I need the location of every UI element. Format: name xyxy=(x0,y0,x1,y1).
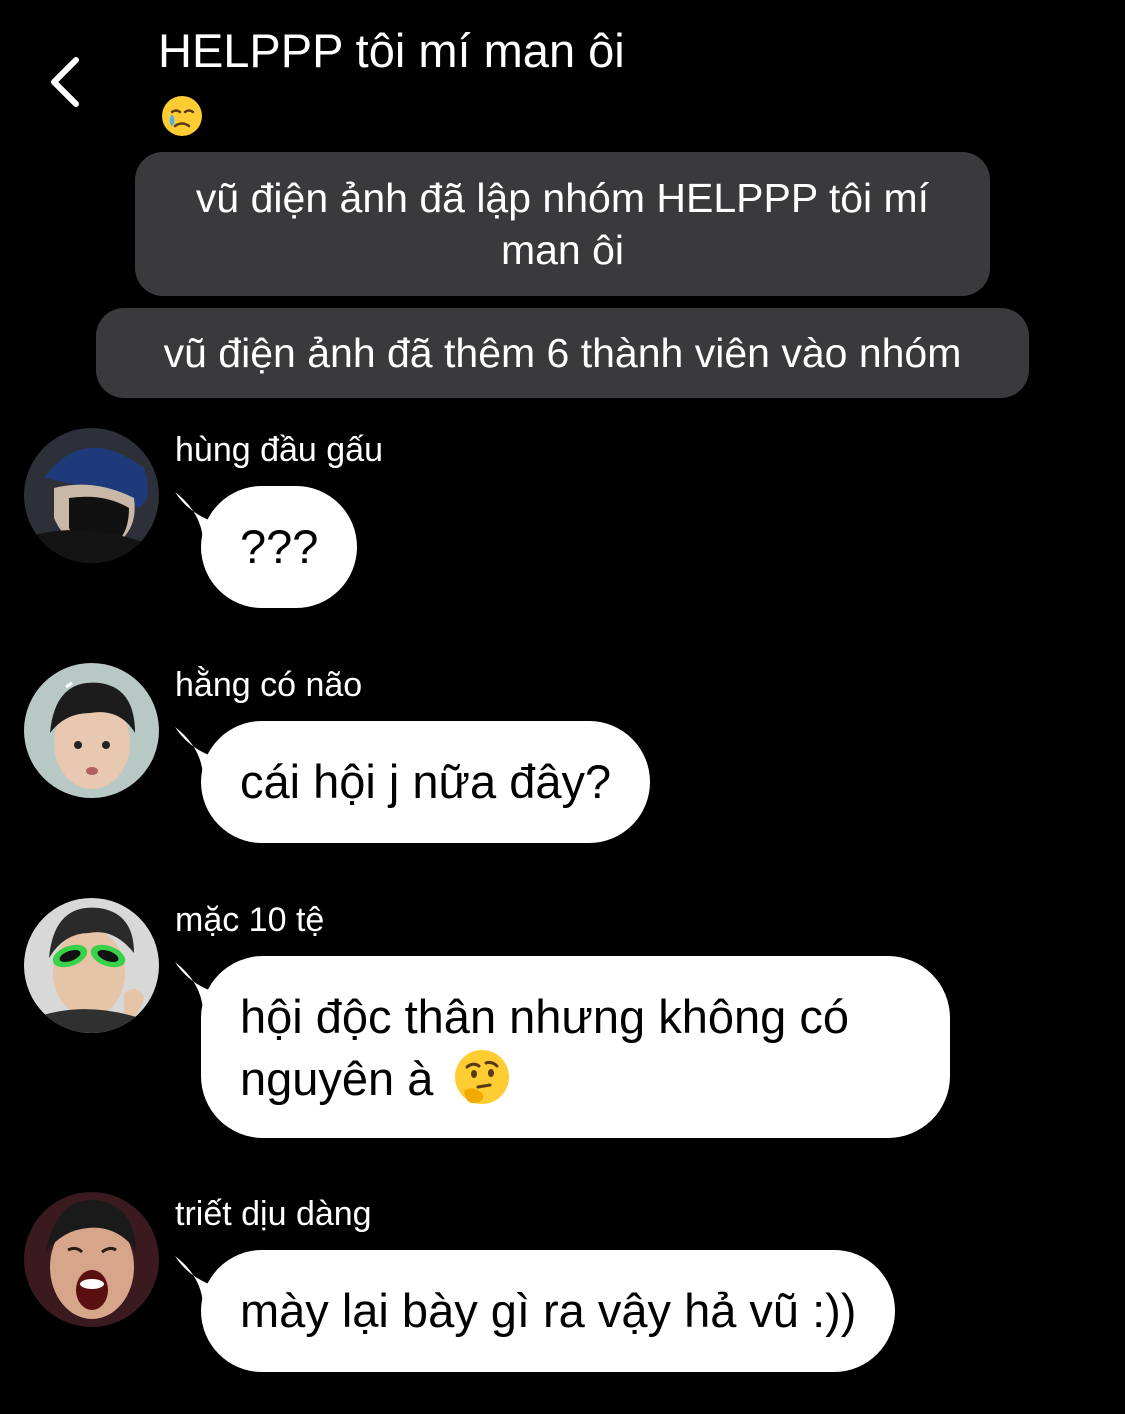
sender-name: hùng đầu gấu xyxy=(175,431,383,469)
avatar-triet-diu-dang[interactable] xyxy=(24,1192,159,1327)
message-bubble[interactable]: ??? xyxy=(201,486,358,608)
avatar-hung-dau-gau[interactable] xyxy=(24,428,159,563)
sender-name: hằng có não xyxy=(175,666,363,704)
avatar-hang-co-nao[interactable] xyxy=(24,663,159,798)
message-bubble[interactable]: mày lại bày gì ra vậy hả vũ :)) xyxy=(201,1250,896,1372)
crying-face-emoji-icon xyxy=(162,96,202,136)
person-masked-avatar-icon xyxy=(24,428,159,563)
system-message-members-added: vũ điện ảnh đã thêm 6 thành viên vào nhó… xyxy=(96,308,1029,398)
message-text: ??? xyxy=(240,520,319,573)
sender-name: mặc 10 tệ xyxy=(175,901,325,939)
message-text: cái hội j nữa đây? xyxy=(240,755,612,808)
message-text: hội độc thân nhưng không có nguyên à xyxy=(240,990,849,1105)
avatar-mac-10-te[interactable] xyxy=(24,898,159,1033)
sender-name: triết dịu dàng xyxy=(175,1195,372,1233)
message-text: mày lại bày gì ra vậy hả vũ :)) xyxy=(240,1284,857,1337)
person-alien-glasses-avatar-icon xyxy=(24,898,159,1033)
person-shouting-avatar-icon xyxy=(24,1192,159,1327)
person-avatar-icon xyxy=(24,663,159,798)
thinking-face-emoji-icon xyxy=(455,1050,510,1104)
system-message-group-created: vũ điện ảnh đã lập nhóm HELPPP tôi mí ma… xyxy=(135,152,990,296)
message-bubble[interactable]: hội độc thân nhưng không có nguyên à xyxy=(201,956,950,1138)
chevron-left-icon xyxy=(51,57,79,107)
message-bubble[interactable]: cái hội j nữa đây? xyxy=(201,721,651,843)
back-button[interactable] xyxy=(44,52,94,112)
chat-title[interactable]: HELPPP tôi mí man ôi xyxy=(158,22,1058,80)
